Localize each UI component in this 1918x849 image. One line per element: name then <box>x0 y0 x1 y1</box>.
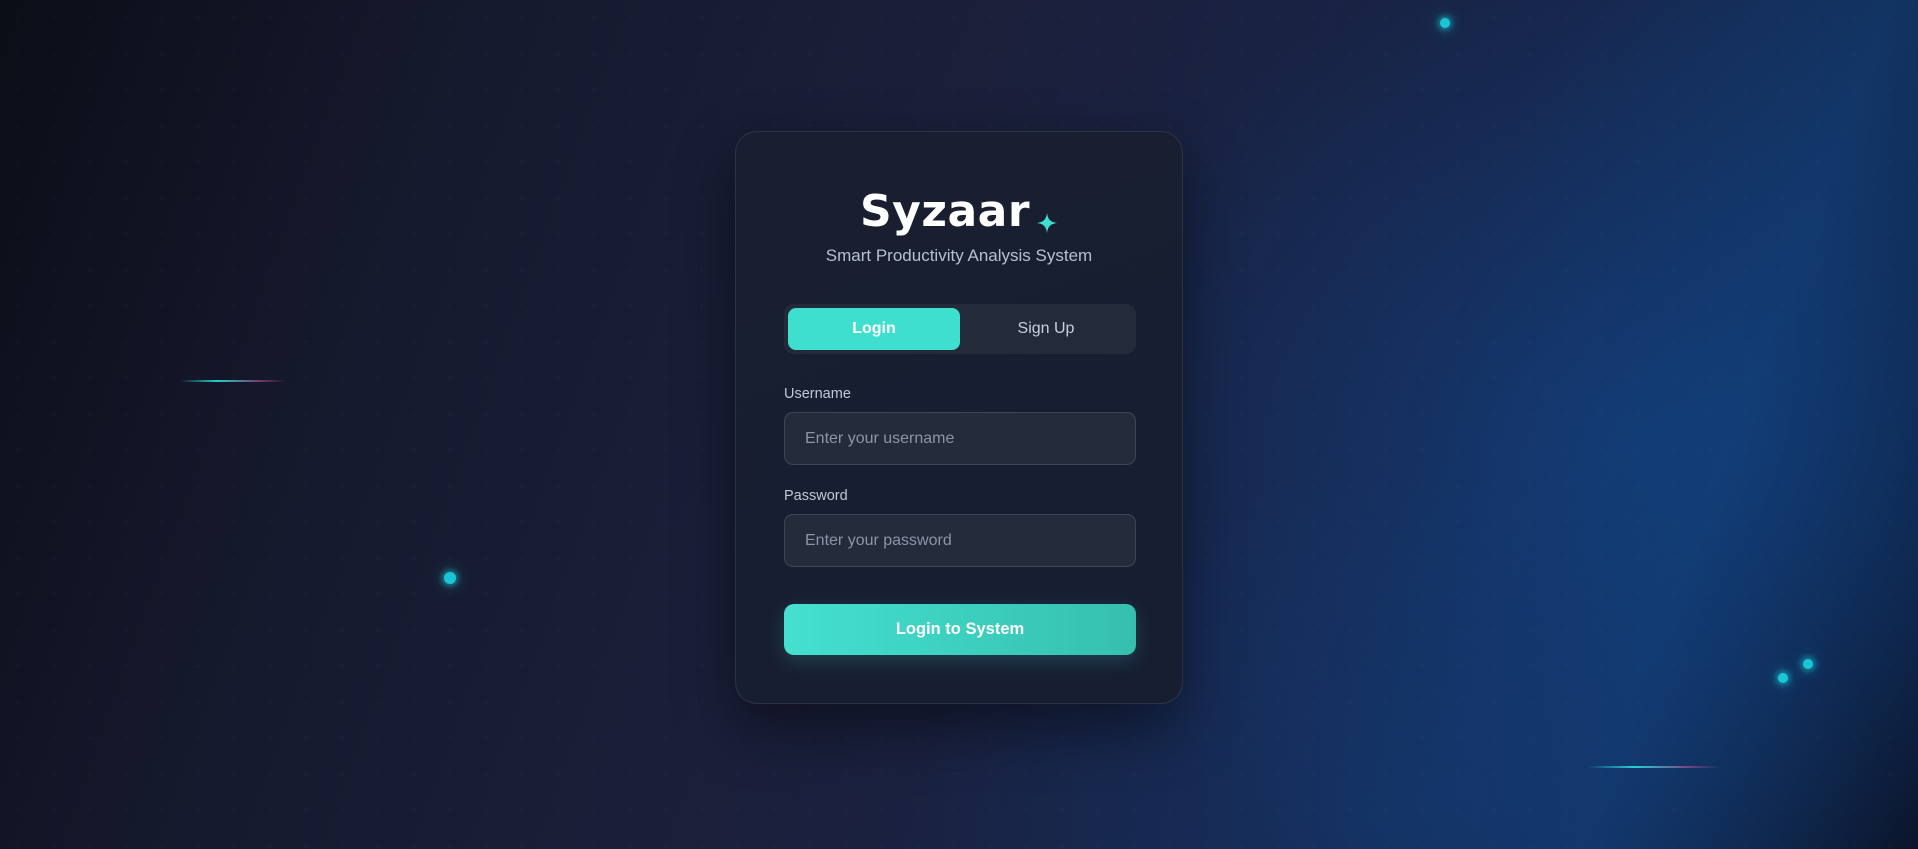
light-streak <box>180 380 286 382</box>
brand-logo: Syzaar <box>736 190 1182 234</box>
glow-particle <box>1778 673 1788 683</box>
login-submit-button[interactable]: Login to System <box>784 604 1136 655</box>
brand-name: Syzaar <box>859 186 1031 237</box>
glow-particle <box>1803 659 1813 669</box>
glow-particle <box>1440 18 1450 28</box>
password-label: Password <box>784 488 848 504</box>
tab-sign-up[interactable]: Sign Up <box>960 308 1132 350</box>
brand-subtitle: Smart Productivity Analysis System <box>825 246 1093 265</box>
username-input[interactable] <box>784 412 1136 465</box>
auth-mode-tabs: Login Sign Up <box>784 304 1136 354</box>
password-input[interactable] <box>784 514 1136 567</box>
username-label: Username <box>784 386 851 402</box>
light-streak <box>1588 766 1720 768</box>
glow-particle <box>444 572 456 584</box>
sparkle-icon <box>1036 212 1058 234</box>
tab-login[interactable]: Login <box>788 308 960 350</box>
login-card: Syzaar Smart Productivity Analysis Syste… <box>735 131 1183 704</box>
